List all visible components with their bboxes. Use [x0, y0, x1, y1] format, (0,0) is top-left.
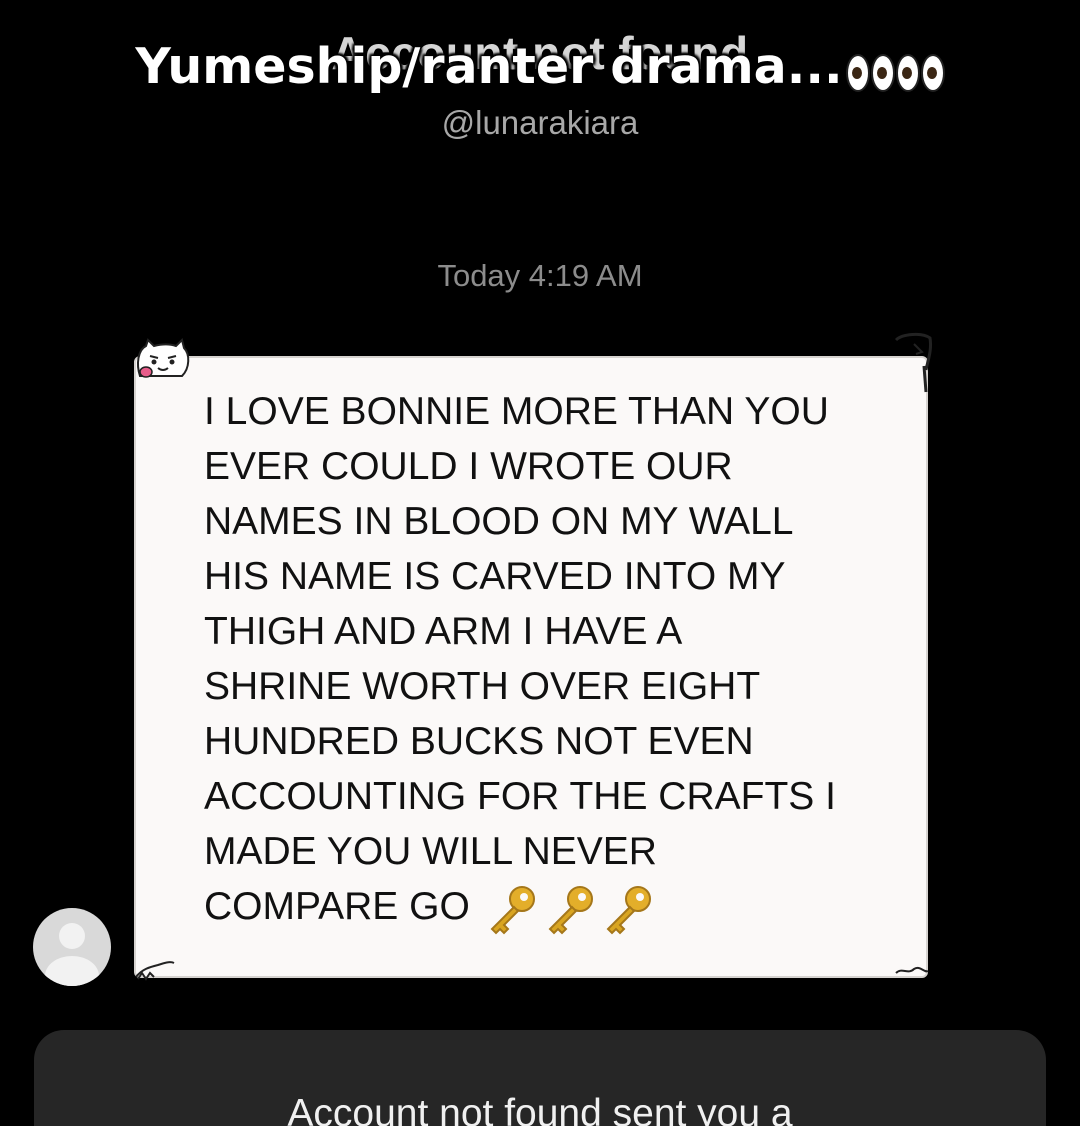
message-text-block: I LOVE BONNIE MORE THAN YOU EVER COULD I…: [204, 384, 904, 937]
doodle-mark-icon: [895, 966, 929, 974]
notice-text: Account not found sent you a: [287, 1092, 793, 1126]
message-timestamp: Today 4:19 AM: [437, 258, 643, 293]
message-text: I LOVE BONNIE MORE THAN YOU EVER COULD I…: [204, 390, 836, 928]
default-avatar-icon: [59, 923, 85, 949]
sender-avatar[interactable]: [33, 908, 111, 986]
account-notice-card: Account not found sent you a: [34, 1030, 1046, 1126]
video-caption-overlay: Yumeship/ranter drama...: [0, 38, 1080, 98]
key-emoji-icon: [548, 886, 593, 935]
account-handle[interactable]: @lunarakiara: [0, 104, 1080, 142]
cat-sticker-icon: [137, 338, 190, 378]
dm-screen: Account not found Yumeship/ranter drama.…: [0, 0, 1080, 1126]
key-emoji-group: [484, 880, 658, 937]
caption-text: Yumeship/ranter drama...: [135, 38, 843, 95]
key-emoji-icon: [490, 886, 535, 935]
key-emoji-icon: [606, 886, 651, 935]
doodle-scribble-icon: [135, 961, 175, 981]
eyes-emoji-icon: [845, 41, 945, 98]
message-bubble[interactable]: I LOVE BONNIE MORE THAN YOU EVER COULD I…: [128, 330, 936, 985]
